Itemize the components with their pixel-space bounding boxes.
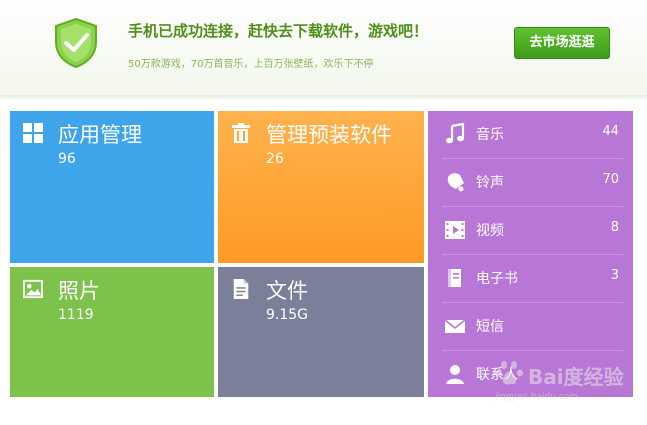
media-item-count: 70 (602, 172, 619, 187)
tile-preinstalled-apps[interactable]: 管理预装软件 26 (218, 111, 424, 263)
tile-label: 应用管理 (58, 123, 142, 147)
media-item-label: 短信 (476, 319, 504, 335)
media-item-count: 8 (610, 220, 619, 235)
tile-label: 照片 (58, 279, 100, 303)
grid-icon (23, 123, 43, 143)
media-item-label: 视频 (476, 223, 504, 239)
media-item-count: 3 (610, 268, 619, 283)
trash-icon (232, 123, 250, 143)
connection-banner: 手机已成功连接，赶快去下载软件，游戏吧！ 50万款游戏，70万首音乐，上百万张壁… (0, 0, 647, 95)
tile-app-management[interactable]: 应用管理 96 (10, 111, 214, 263)
media-item-label: 铃声 (476, 175, 504, 191)
media-item-ringtones[interactable]: 铃声 70 (428, 159, 633, 207)
music-note-icon (446, 123, 465, 144)
media-item-count: 44 (602, 124, 619, 139)
file-icon (233, 279, 249, 299)
media-item-sms[interactable]: 短信 (428, 303, 633, 351)
tile-label: 文件 (266, 279, 308, 303)
picture-icon (23, 279, 43, 299)
book-icon (448, 269, 461, 287)
banner-title: 手机已成功连接，赶快去下载软件，游戏吧！ (128, 22, 429, 40)
media-item-videos[interactable]: 视频 8 (428, 207, 633, 255)
tile-files[interactable]: 文件 9.15G (218, 267, 424, 397)
media-item-ebooks[interactable]: 电子书 3 (428, 255, 633, 303)
film-icon (445, 221, 465, 239)
media-item-music[interactable]: 音乐 44 (428, 111, 633, 159)
media-item-label: 电子书 (476, 271, 518, 287)
baidu-paw-icon (496, 361, 523, 385)
banner-divider (0, 95, 647, 101)
shield-check-icon (55, 17, 97, 69)
media-item-label: 音乐 (476, 127, 504, 143)
watermark-url: jingyan.baidu.com (495, 392, 579, 402)
person-icon (446, 365, 464, 384)
tile-count: 1119 (58, 307, 94, 323)
envelope-icon (444, 319, 466, 333)
bell-icon (447, 173, 464, 192)
tile-count: 9.15G (266, 307, 309, 323)
tile-photos[interactable]: 照片 1119 (10, 267, 214, 397)
media-list-panel: 音乐 44 铃声 70 视频 8 电子书 3 短信 (428, 111, 633, 397)
tile-count: 96 (58, 151, 76, 167)
go-to-market-button[interactable]: 去市场逛逛 (514, 27, 610, 59)
banner-subtitle: 50万款游戏，70万首音乐，上百万张壁纸，欢乐下不停 (128, 59, 374, 70)
tile-label: 管理预装软件 (266, 123, 392, 147)
tile-count: 26 (266, 151, 284, 167)
watermark-text: Bai度经验 (528, 365, 624, 389)
